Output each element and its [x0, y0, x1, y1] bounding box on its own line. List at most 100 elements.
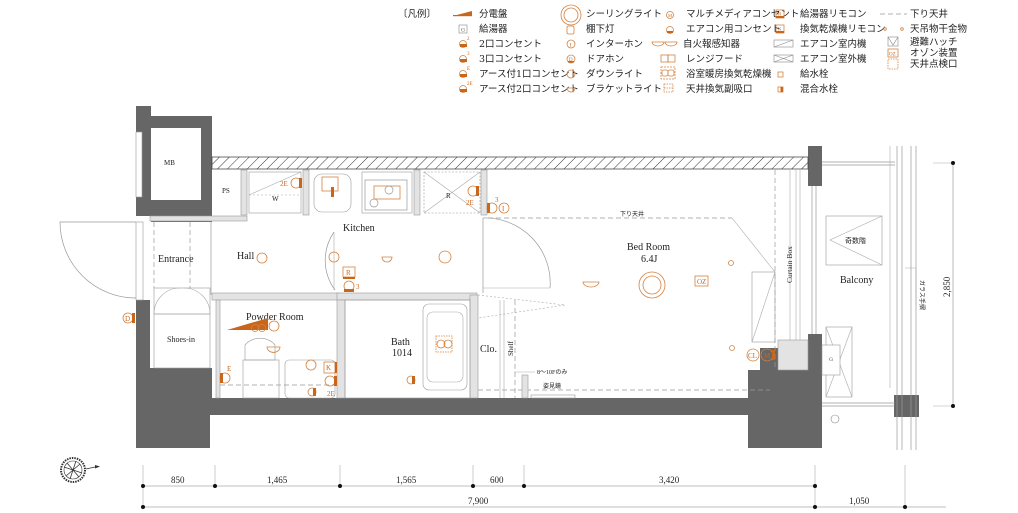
downlight-icon — [256, 252, 268, 264]
room-bath-size: 1014 — [392, 348, 412, 359]
svg-text:3: 3 — [467, 52, 470, 57]
legend-label: アース付1口コンセント — [479, 69, 579, 80]
legend-label: 天吊物干金物 — [910, 23, 968, 35]
fire-detector-icon — [651, 41, 678, 47]
legend-label: インターホン — [586, 39, 643, 50]
svg-text:CL: CL — [748, 352, 757, 360]
entrance-door-swing — [59, 221, 137, 299]
shoes-in-cabinet — [153, 287, 211, 369]
outlet-3-icon — [459, 55, 467, 63]
legend-label: エアコン室内機 — [800, 38, 867, 50]
outlet-3-icon — [486, 202, 498, 214]
dim-1565: 1,565 — [396, 475, 417, 485]
legend-label: エアコン用コンセント — [686, 24, 781, 35]
aircon-outdoor-icon — [773, 54, 794, 63]
svg-text:3: 3 — [356, 283, 360, 291]
downlight-icon — [305, 359, 317, 371]
mirror-label: 姿見鏡 — [543, 382, 561, 390]
dim-1465: 1,465 — [267, 475, 288, 485]
svg-text:OZ: OZ — [889, 53, 896, 58]
mb-room — [151, 128, 201, 200]
mixing-tap-icon — [406, 375, 416, 385]
ceiling-inspection-icon — [887, 58, 899, 70]
aircon-outlet-icon — [666, 26, 674, 34]
legend-label: ブラケットライト — [586, 83, 662, 95]
dim-600: 600 — [490, 475, 504, 485]
legend-label: 分電盤 — [479, 8, 508, 20]
legend-label: 下り天井 — [910, 8, 948, 20]
legend-label: 給水栓 — [800, 68, 829, 80]
column-top-right — [808, 146, 822, 186]
svg-text:D: D — [125, 315, 130, 323]
legend-label: 2口コンセント — [479, 39, 542, 50]
legend-col-2: シーリングライト 棚下灯 I インターホン D ドアホン ダウンライト ブラケッ… — [560, 4, 662, 95]
dim-height: 2,850 — [942, 276, 952, 297]
legend: 〔凡例〕 分電盤 G 給湯器 2 2口コンセント 3 3口コンセント E アース… — [398, 4, 968, 95]
ceiling-light-icon — [560, 4, 582, 26]
legend-label: 天井点検口 — [910, 58, 958, 70]
legend-label: 換気乾燥機リモコン — [800, 23, 886, 35]
outlet-earth-1-icon — [459, 70, 467, 78]
legend-label: 避難ハッチ — [910, 36, 958, 48]
range-hood-icon — [660, 54, 676, 63]
room-balcony: Balcony — [840, 275, 873, 286]
svg-text:E: E — [227, 365, 231, 373]
legend-label: 棚下灯 — [586, 23, 615, 35]
ceiling-vent-icon — [663, 83, 674, 93]
outlet-icon — [324, 375, 337, 387]
room-bed-room: Bed Room — [627, 242, 670, 253]
legend-label: ダウンライト — [586, 68, 643, 80]
washer-pan — [248, 171, 302, 214]
room-bed-room-size: 6.4J — [641, 254, 658, 265]
outlet-icon — [331, 187, 334, 197]
exterior-wall-bottom — [136, 300, 778, 448]
balcony-column — [894, 395, 919, 417]
legend-col-5: 下り天井 天吊物干金物 避難ハッチ OZ オゾン装置 天井点検口 — [880, 8, 968, 70]
svg-text:R: R — [346, 269, 351, 277]
stove — [361, 171, 413, 214]
svg-text:G: G — [461, 28, 465, 34]
entrance-door[interactable] — [135, 221, 144, 301]
dim-balcony: 1,050 — [849, 496, 870, 506]
legend-label: アース付2口コンセント — [479, 84, 579, 95]
room-mb: MB — [164, 159, 175, 167]
svg-text:I: I — [502, 205, 505, 213]
dim-3420: 3,420 — [659, 475, 680, 485]
outlet-earth-2-icon — [459, 85, 467, 93]
downlight-icon — [728, 260, 734, 266]
shelf-label: Shelf — [507, 341, 515, 356]
room-hall: Hall — [237, 251, 254, 262]
svg-text:3: 3 — [495, 196, 499, 204]
outlet-earth-2-icon — [467, 185, 479, 197]
svg-text:2E: 2E — [466, 199, 474, 207]
legend-label: 混合水栓 — [800, 83, 839, 95]
downlight-icon — [438, 250, 452, 264]
floors-note: 8～10Fのみ — [537, 369, 567, 376]
legend-col-3: M マルチメディアコンセント エアコン用コンセント 自火報感知器 レンジフード … — [651, 8, 799, 95]
legend-label: オゾン装置 — [910, 47, 958, 59]
svg-text:2E: 2E — [327, 390, 335, 398]
svg-text:G: G — [829, 357, 833, 363]
bath-dryer-icon — [660, 66, 676, 80]
legend-label: 給湯器リモコン — [800, 8, 867, 20]
outlet-2-icon — [459, 40, 467, 48]
svg-text:D: D — [569, 58, 573, 63]
room-kitchen: Kitchen — [343, 223, 375, 234]
bracket-light-icon — [266, 346, 281, 353]
room-entrance: Entrance — [158, 254, 194, 265]
svg-text:K: K — [778, 28, 782, 33]
room-ps: PS — [222, 187, 230, 195]
legend-label: 浴室暖房換気乾燥機 — [686, 68, 772, 80]
legend-label: 3口コンセント — [479, 54, 542, 65]
svg-text:I: I — [570, 43, 572, 49]
exterior-wall-top-hatched — [211, 156, 809, 170]
svg-text:OZ: OZ — [697, 278, 706, 286]
floor-plan: 〔凡例〕 分電盤 G 給湯器 2 2口コンセント 3 3口コンセント E アース… — [59, 4, 968, 509]
room-w: W — [272, 195, 279, 203]
legend-col-1: 分電盤 G 給湯器 2 2口コンセント 3 3口コンセント E アース付1口コン… — [453, 8, 579, 95]
outlet-3-icon — [343, 280, 355, 292]
svg-text:M: M — [668, 13, 672, 18]
room-bath: Bath — [391, 337, 410, 348]
legend-label: ドアホン — [586, 54, 624, 65]
escape-stairs-label: 奇数階 — [845, 236, 866, 245]
